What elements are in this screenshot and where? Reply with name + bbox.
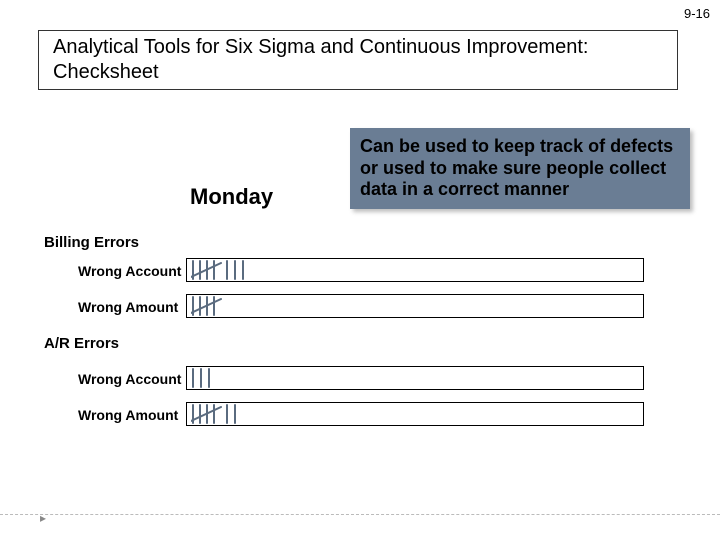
- callout-box: Can be used to keep track of defects or …: [350, 128, 690, 209]
- section-ar-errors: A/R Errors: [44, 335, 119, 352]
- tally-box-billing-wrong-amount: [186, 294, 644, 318]
- day-heading: Monday: [190, 184, 273, 210]
- page-number: 9-16: [684, 6, 710, 21]
- footer-bullet-icon: ▸: [40, 511, 46, 525]
- tally-box-ar-wrong-account: [186, 366, 644, 390]
- slide-title: Analytical Tools for Six Sigma and Conti…: [53, 35, 663, 85]
- row-label-ar-wrong-account: Wrong Account: [78, 371, 181, 387]
- divider-bottom: [0, 514, 720, 515]
- title-box: Analytical Tools for Six Sigma and Conti…: [38, 30, 678, 90]
- slide: 9-16 Analytical Tools for Six Sigma and …: [0, 0, 720, 540]
- tally-box-billing-wrong-account: [186, 258, 644, 282]
- tally-box-ar-wrong-amount: [186, 402, 644, 426]
- row-label-ar-wrong-amount: Wrong Amount: [78, 407, 178, 423]
- row-label-billing-wrong-account: Wrong Account: [78, 263, 181, 279]
- row-label-billing-wrong-amount: Wrong Amount: [78, 299, 178, 315]
- section-billing-errors: Billing Errors: [44, 234, 139, 251]
- divider-top: [0, 90, 720, 91]
